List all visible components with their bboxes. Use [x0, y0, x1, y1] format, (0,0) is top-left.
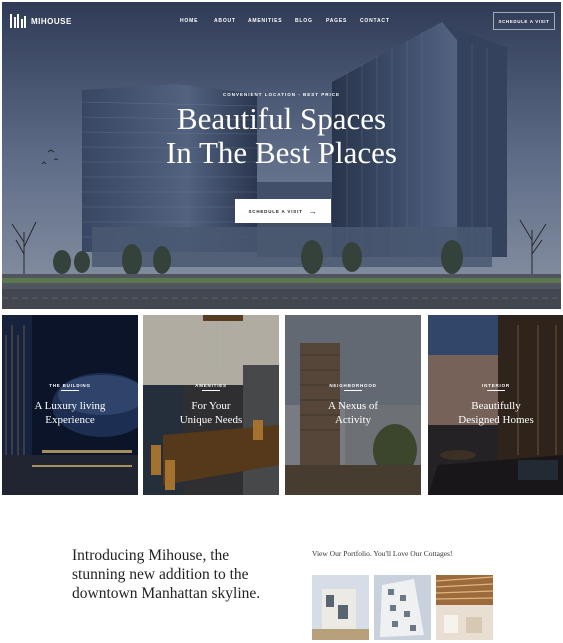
card-title-line-1: Beautifully	[471, 400, 521, 412]
hero-eyebrow: CONVENIENT LOCATION - BEST PRICE	[223, 92, 340, 97]
card-category: NEIGHBORHOOD	[285, 383, 421, 391]
intro-text: Introducing Mihouse, the stunning new ad…	[72, 547, 261, 602]
card-title-line-1: For Your	[191, 400, 231, 412]
hero-section: MIHOUSE HOME ABOUT AMENITIES BLOG PAGES …	[2, 2, 561, 309]
feature-cards: THE BUILDING A Luxury living Experience …	[2, 315, 563, 495]
portfolio-thumb-1[interactable]	[312, 575, 369, 640]
nav-item-blog[interactable]: BLOG	[295, 18, 326, 24]
card-the-building[interactable]: THE BUILDING A Luxury living Experience	[2, 315, 138, 495]
portfolio-image-2	[374, 575, 431, 640]
nav-item-home[interactable]: HOME	[180, 18, 214, 24]
card-title: A Luxury living Experience	[2, 399, 138, 427]
schedule-visit-nav-button[interactable]: SCHEDULE A VISIT	[493, 12, 555, 30]
card-title-line-1: A Nexus of	[327, 400, 379, 412]
portfolio-thumb-2[interactable]	[374, 575, 431, 640]
arrow-right-icon: →	[308, 206, 318, 216]
hero-headline: Beautiful Spaces In The Best Places	[2, 102, 561, 170]
hero-headline-line-1: Beautiful Spaces	[176, 101, 387, 136]
card-category: INTERIOR	[428, 383, 563, 391]
card-category: THE BUILDING	[2, 383, 138, 391]
building-logo-icon	[10, 14, 26, 28]
card-title-line-2: Experience	[45, 414, 95, 426]
card-category: AMENITIES	[143, 383, 279, 391]
card-amenities[interactable]: AMENITIES For Your Unique Needs	[143, 315, 279, 495]
card-title: Beautifully Designed Homes	[428, 399, 563, 427]
card-title: For Your Unique Needs	[143, 399, 279, 427]
portfolio-thumb-3[interactable]	[436, 575, 493, 640]
nav-item-amenities[interactable]: AMENITIES	[248, 18, 295, 24]
nav-item-contact[interactable]: CONTACT	[360, 18, 400, 24]
portfolio-image-3	[436, 575, 493, 640]
nav-item-about[interactable]: ABOUT	[214, 18, 248, 24]
logo[interactable]: MIHOUSE	[10, 14, 72, 28]
card-neighborhood[interactable]: NEIGHBORHOOD A Nexus of Activity	[285, 315, 421, 495]
main-menu: HOME ABOUT AMENITIES BLOG PAGES CONTACT	[180, 18, 400, 24]
schedule-visit-hero-button[interactable]: SCHEDULE A VISIT →	[235, 199, 331, 223]
card-title-line-2: Unique Needs	[179, 414, 243, 426]
hero-headline-line-2: In The Best Places	[165, 135, 398, 170]
card-title-line-1: A Luxury living	[34, 400, 106, 412]
card-title-line-2: Designed Homes	[458, 414, 534, 426]
card-interior[interactable]: INTERIOR Beautifully Designed Homes	[428, 315, 563, 495]
logo-text: MIHOUSE	[31, 16, 72, 26]
card-title: A Nexus of Activity	[285, 399, 421, 427]
portfolio-label: View Our Portfolio. You'll Love Our Cott…	[312, 549, 453, 558]
top-navigation: MIHOUSE HOME ABOUT AMENITIES BLOG PAGES …	[2, 2, 561, 40]
nav-item-pages[interactable]: PAGES	[326, 18, 360, 24]
hero-button-label: SCHEDULE A VISIT	[248, 208, 303, 214]
portfolio-image-1	[312, 575, 369, 640]
card-title-line-2: Activity	[334, 414, 372, 426]
